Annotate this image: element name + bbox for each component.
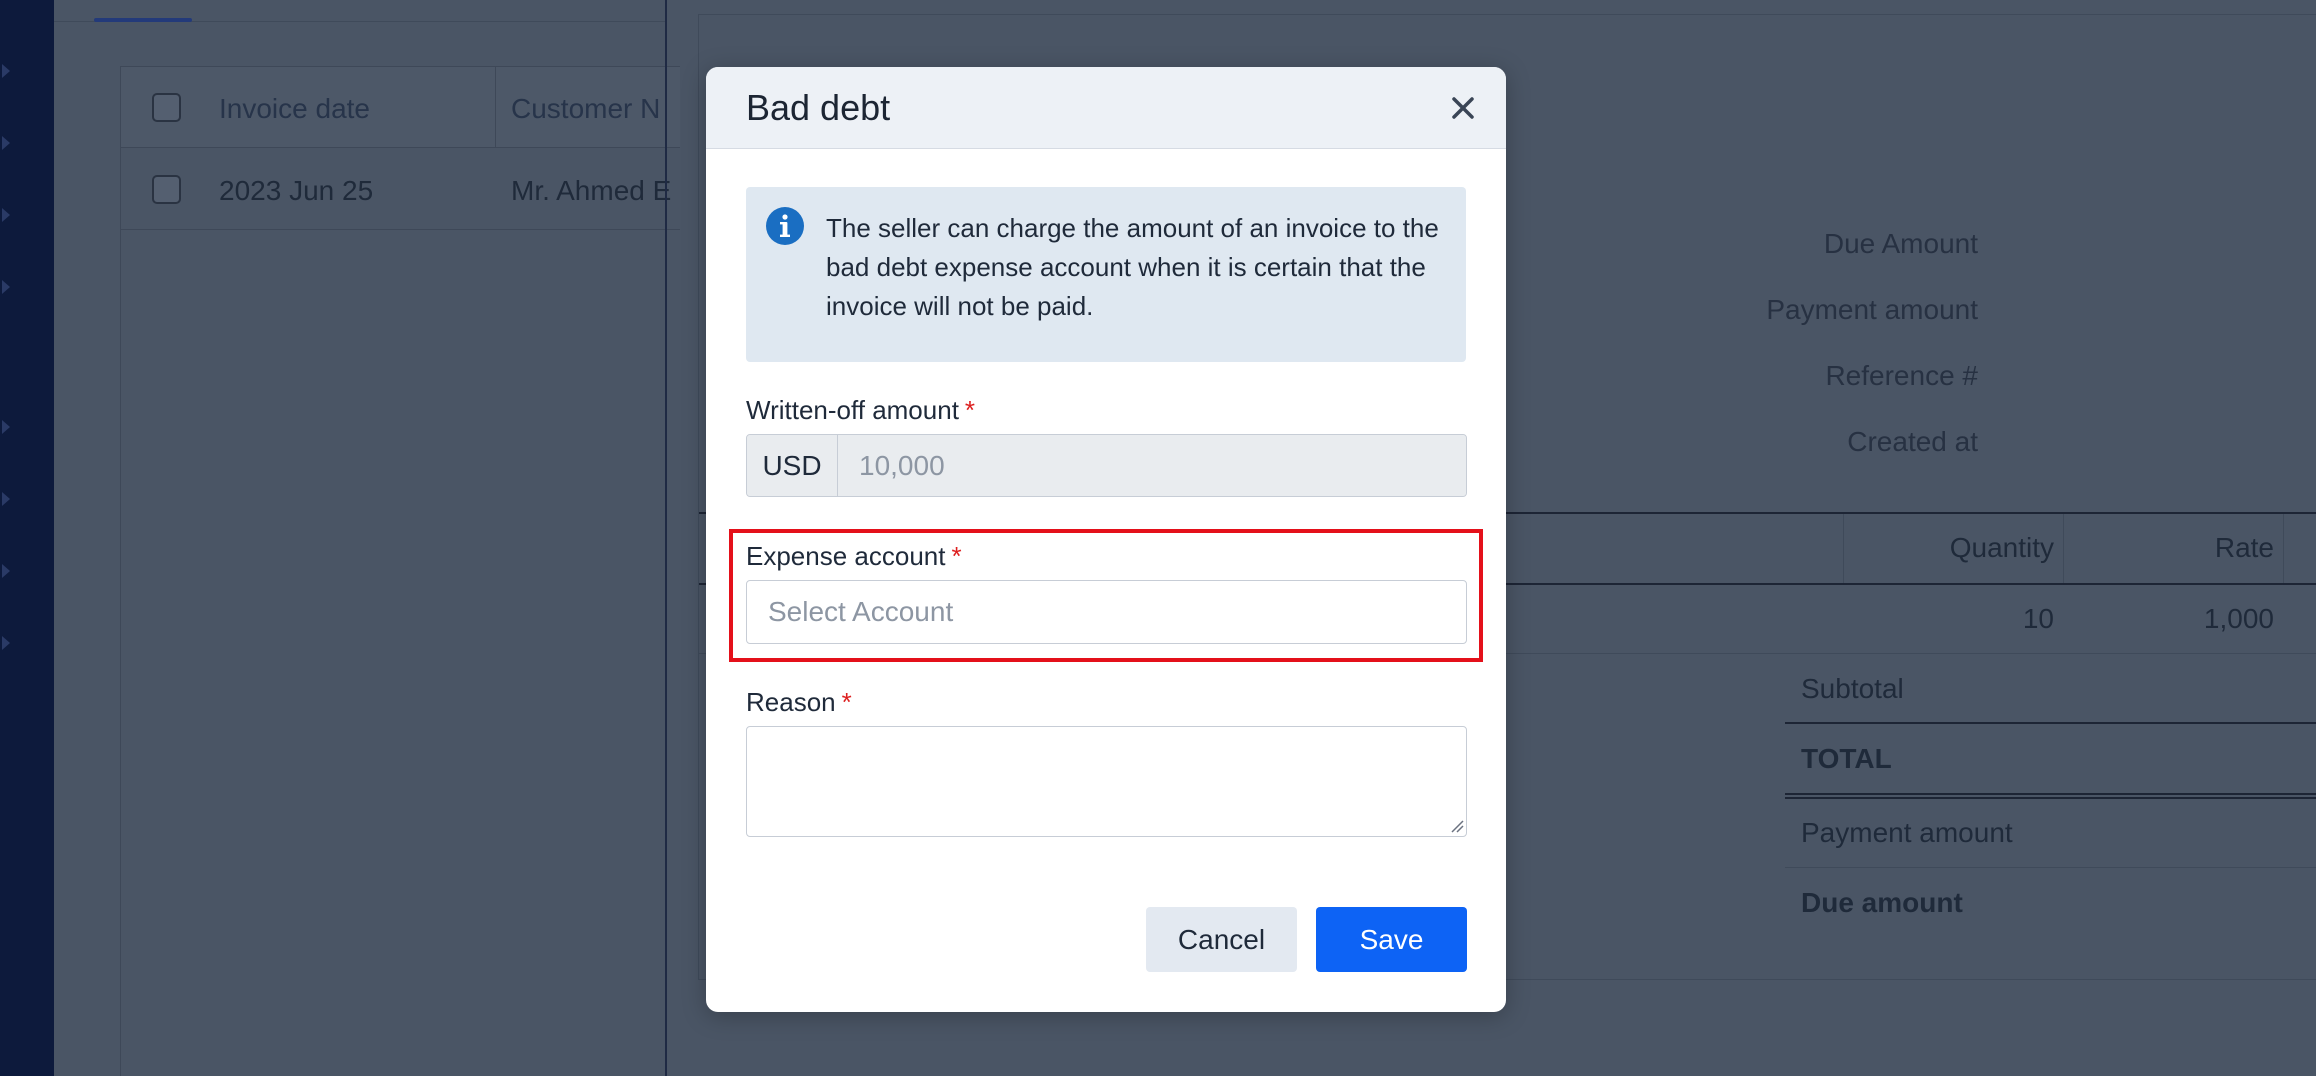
reference-label: Reference # (1825, 360, 1978, 391)
select-all-checkbox[interactable] (152, 93, 181, 122)
active-tab-indicator (94, 18, 192, 22)
sidebar-expand-icon[interactable] (2, 420, 10, 434)
sidebar-expand-icon[interactable] (2, 492, 10, 506)
info-icon (766, 207, 804, 245)
bad-debt-modal: Bad debt The seller can charge the amoun… (706, 67, 1506, 1012)
info-message: The seller can charge the amount of an i… (826, 213, 1439, 321)
column-header-customer[interactable]: Customer N (511, 93, 660, 125)
cancel-button[interactable]: Cancel (1146, 907, 1297, 972)
total-border-top (1785, 793, 2316, 795)
sidebar-expand-icon[interactable] (2, 280, 10, 294)
written-off-amount-group: USD (746, 434, 1467, 497)
total-label: TOTAL (1801, 743, 1892, 774)
item-quantity-cell: 10 (2022, 603, 2054, 634)
written-off-amount-label: Written-off amount * (746, 395, 976, 425)
sidebar-expand-icon[interactable] (2, 636, 10, 650)
column-divider (495, 67, 496, 148)
sidebar-expand-icon[interactable] (2, 64, 10, 78)
invoice-table: Invoice date Customer N 2023 Jun 25 Mr. … (120, 66, 680, 1076)
save-button[interactable]: Save (1316, 907, 1467, 972)
payment-row-border (1785, 867, 2316, 868)
column-divider (2283, 514, 2284, 584)
subtotal-label: Subtotal (1801, 673, 1904, 704)
required-asterisk: * (841, 687, 852, 717)
item-rate-cell: 1,000 (2203, 603, 2274, 634)
invoice-date-cell: 2023 Jun 25 (219, 175, 374, 206)
written-off-amount-input (839, 435, 1466, 496)
payment-amount-label: Payment amount (1766, 294, 1978, 325)
payment-amount-total-label: Payment amount (1801, 817, 2013, 848)
required-asterisk: * (964, 395, 976, 425)
sidebar-expand-icon[interactable] (2, 136, 10, 150)
modal-header: Bad debt (706, 67, 1506, 149)
created-at-label: Created at (1847, 426, 1978, 457)
table-header-row: Invoice date Customer N (121, 67, 680, 148)
panel-splitter[interactable] (665, 0, 667, 1076)
modal-title: Bad debt (746, 87, 891, 128)
resize-grip-icon[interactable] (1450, 819, 1464, 833)
close-button[interactable] (1444, 89, 1482, 127)
column-divider (2063, 514, 2064, 584)
sidebar (0, 0, 54, 1076)
total-border-bottom (1785, 797, 2316, 799)
customer-name-cell: Mr. Ahmed E (511, 175, 672, 206)
reason-textarea[interactable] (746, 726, 1467, 837)
column-header-invoice-date[interactable]: Invoice date (219, 93, 370, 125)
info-alert: The seller can charge the amount of an i… (746, 187, 1466, 362)
column-header-quantity: Quantity (1949, 532, 2054, 563)
column-divider (1843, 514, 1844, 584)
expense-account-label: Expense account * (746, 541, 962, 571)
currency-addon: USD (747, 435, 838, 496)
reason-label: Reason * (746, 687, 852, 717)
row-checkbox[interactable] (152, 175, 181, 204)
close-icon (1452, 97, 1474, 119)
due-amount-total-label: Due amount (1801, 887, 1963, 918)
column-header-rate: Rate (2214, 532, 2274, 563)
sidebar-expand-icon[interactable] (2, 208, 10, 222)
table-row[interactable]: 2023 Jun 25 Mr. Ahmed E (121, 149, 680, 230)
sidebar-expand-icon[interactable] (2, 564, 10, 578)
subtotal-border (1785, 722, 2316, 724)
required-asterisk: * (951, 541, 962, 571)
due-amount-label: Due Amount (1823, 228, 1978, 259)
expense-account-select[interactable] (746, 580, 1467, 644)
